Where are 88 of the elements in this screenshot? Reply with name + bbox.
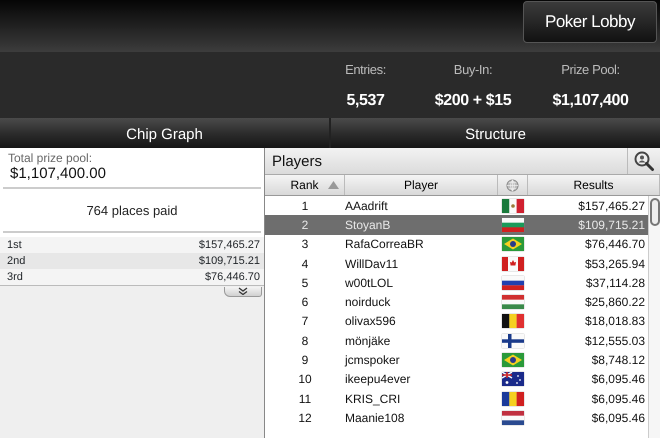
- rank-cell-text: 4: [300, 256, 310, 273]
- tab[interactable]: Structure: [331, 118, 660, 148]
- flag-icon: [502, 218, 524, 232]
- stat-label: Entries:: [345, 61, 386, 79]
- rank-cell-text: 8: [300, 332, 310, 350]
- scrollbar[interactable]: [648, 196, 660, 438]
- player-name-cell-text: Maanie108: [345, 410, 406, 427]
- payout-amount: $109,715.21: [198, 254, 260, 268]
- player-name-cell-text: ikeepu4ever: [345, 371, 412, 388]
- result-cell-text: $12,555.03: [584, 332, 646, 350]
- player-row[interactable]: 11 KRIS_CRI $6,095.46: [265, 388, 648, 408]
- player-row[interactable]: 7 olivax596 $18,018.83: [265, 312, 648, 332]
- payout-amount: $76,446.70: [204, 270, 260, 284]
- player-name-cell-text: StoyanB: [345, 216, 392, 234]
- rank-cell-text: 3: [300, 236, 310, 254]
- rank-cell-text: 10: [297, 371, 313, 388]
- flag-icon: [502, 410, 524, 425]
- expand-tab[interactable]: [224, 286, 262, 296]
- flag-icon: [502, 295, 524, 310]
- column-header[interactable]: Rank: [265, 175, 345, 195]
- player-row[interactable]: 5 w00tLOL $37,114.28: [265, 273, 648, 292]
- places-paid-text: 764 places paid: [3, 189, 261, 232]
- payout-place: 2nd: [7, 254, 26, 268]
- player-row[interactable]: 10 ikeepu4ever $6,095.46: [265, 370, 648, 389]
- player-name-cell-text: WillDav11: [345, 256, 400, 273]
- total-prize-pool-label: Total prize pool:: [7, 150, 94, 165]
- flag-icon: [502, 353, 524, 368]
- player-name-cell-text: AAadrift: [345, 198, 389, 215]
- flag-icon: [502, 276, 524, 290]
- player-name-cell-text: w00tLOL: [345, 274, 394, 292]
- flag-icon: [502, 198, 524, 213]
- player-name-cell-text: RafaCorreaBR: [345, 236, 425, 254]
- rank-cell-text: 6: [300, 294, 310, 312]
- stat-value: $1,107,400: [552, 90, 629, 110]
- player-name-cell-text: jcmspoker: [345, 352, 401, 370]
- rank-cell-text: 2: [300, 216, 310, 234]
- stat-value: $200 + $15: [434, 90, 512, 110]
- rank-cell-text: 7: [300, 313, 310, 330]
- poker-lobby-button[interactable]: Poker Lobby: [523, 1, 657, 43]
- flag-icon: [502, 314, 524, 328]
- flag-icon: [502, 256, 524, 271]
- flag-icon: [502, 334, 524, 348]
- rank-cell-text: 1: [300, 198, 310, 215]
- payout-place: 1st: [7, 238, 22, 252]
- flag-icon: [502, 372, 524, 386]
- stat-value: 5,537: [346, 90, 385, 110]
- column-header[interactable]: Results: [528, 175, 660, 195]
- rank-cell-text: 5: [300, 274, 310, 292]
- result-cell-text: $8,748.12: [590, 352, 646, 370]
- player-name-cell-text: noirduck: [345, 294, 392, 312]
- result-cell-text: $18,018.83: [584, 313, 646, 330]
- result-cell-text: $6,095.46: [590, 390, 646, 408]
- player-row[interactable]: 2 StoyanB $109,715.21: [265, 215, 648, 235]
- result-cell-text: $76,446.70: [584, 236, 646, 254]
- result-cell-text: $6,095.46: [590, 410, 646, 427]
- tab[interactable]: Chip Graph: [0, 118, 329, 148]
- players-title: Players: [271, 152, 324, 172]
- stat-label: Prize Pool:: [561, 61, 620, 79]
- player-name-cell-text: olivax596: [345, 313, 397, 330]
- search-icon: [633, 150, 655, 172]
- result-cell-text: $6,095.46: [590, 371, 646, 388]
- column-header[interactable]: Player: [345, 175, 498, 195]
- stat-label: Buy-In:: [454, 61, 492, 79]
- player-row[interactable]: 3 RafaCorreaBR $76,446.70: [265, 234, 648, 254]
- payout-amount: $157,465.27: [198, 238, 260, 252]
- rank-cell-text: 9: [300, 352, 310, 370]
- flag-icon: [502, 392, 524, 406]
- result-cell-text: $37,114.28: [584, 274, 646, 292]
- result-cell-text: $109,715.21: [577, 216, 646, 234]
- result-cell-text: $25,860.22: [584, 294, 646, 312]
- payout-place: 3rd: [7, 270, 23, 284]
- player-row[interactable]: 4 WillDav11 $53,265.94: [265, 254, 648, 274]
- flag-icon: [502, 237, 524, 252]
- rank-cell-text: 11: [298, 390, 312, 408]
- globe-icon: [506, 178, 519, 192]
- player-row[interactable]: 9 jcmspoker $8,748.12: [265, 350, 648, 370]
- double-chevron-icon: [237, 286, 249, 294]
- total-prize-pool-value: $1,107,400.00: [3, 165, 261, 189]
- result-cell-text: $53,265.94: [584, 256, 646, 273]
- result-cell-text: $157,465.27: [577, 198, 646, 215]
- scroll-thumb[interactable]: [650, 198, 660, 226]
- player-row[interactable]: 1 AAadrift $157,465.27: [265, 196, 648, 216]
- player-row[interactable]: 12 Maanie108 $6,095.46: [265, 408, 648, 428]
- player-row[interactable]: 8 mönjäke $12,555.03: [265, 331, 648, 350]
- rank-cell-text: 12: [297, 410, 313, 427]
- player-row[interactable]: 6 noirduck $25,860.22: [265, 292, 648, 312]
- player-name-cell-text: mönjäke: [345, 332, 392, 350]
- player-name-cell-text: KRIS_CRI: [345, 390, 402, 408]
